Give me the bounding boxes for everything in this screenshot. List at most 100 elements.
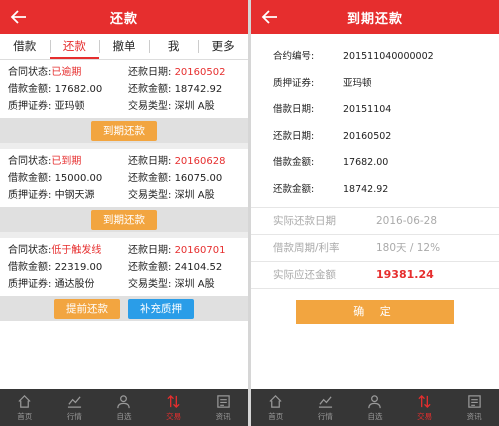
action-bar: 到期还款 <box>0 207 248 232</box>
trade-icon <box>418 394 431 408</box>
nav-watchlist[interactable]: 自选 <box>350 389 400 426</box>
back-arrow-icon[interactable] <box>261 8 279 26</box>
detail-label: 借款金额: <box>273 157 315 168</box>
period-rate-label: 借款周期/利率 <box>273 242 340 254</box>
nav-watchlist[interactable]: 自选 <box>99 389 149 426</box>
back-arrow-icon[interactable] <box>10 8 28 26</box>
detail-label: 质押证券: <box>273 77 315 89</box>
detail-label: 还款金额: <box>273 183 315 195</box>
action-bar: 到期还款 <box>0 118 248 143</box>
chart-icon <box>318 395 332 408</box>
security-label: 质押证券: <box>8 101 52 112</box>
detail-row: 借款日期: 20151104 <box>273 97 499 124</box>
actual-date-label: 实际还款日期 <box>273 215 336 227</box>
header: 还款 <box>0 0 248 34</box>
security-value: 通达股份 <box>54 279 95 290</box>
detail-value: 亚玛顿 <box>343 77 372 89</box>
market-value: 深圳 A股 <box>174 101 215 112</box>
repay-amount-label: 还款金额: <box>128 262 172 273</box>
actual-date-value: 2016-06-28 <box>376 215 438 227</box>
nav-label: 行情 <box>317 411 333 421</box>
detail-label: 还款日期: <box>273 130 315 142</box>
status-label: 合同状态: <box>8 245 52 256</box>
status-value: 已到期 <box>51 156 82 167</box>
repay-amount-label: 还款金额: <box>128 84 172 95</box>
market-value: 深圳 A股 <box>174 190 215 201</box>
detail-label: 合约编号: <box>273 51 315 62</box>
repay-date-label: 还款日期: <box>128 245 172 256</box>
tab-borrow[interactable]: 借款 <box>0 34 50 59</box>
nav-home[interactable]: 首页 <box>251 389 301 426</box>
nav-home[interactable]: 首页 <box>0 389 50 426</box>
trade-icon <box>167 394 180 408</box>
nav-label: 资讯 <box>466 411 482 421</box>
nav-news[interactable]: 资讯 <box>449 389 499 426</box>
loan-amount-label: 借款金额: <box>8 84 52 95</box>
market-label: 交易类型: <box>128 190 172 201</box>
maturity-repay-button[interactable]: 到期还款 <box>91 209 157 230</box>
nav-label: 交易 <box>166 411 182 421</box>
contract-card: 合同状态:低于触发线 还款日期: 20160701 借款金额: 22319.00… <box>0 238 248 321</box>
nav-label: 交易 <box>417 411 433 421</box>
detail-value: 20151104 <box>343 104 392 115</box>
detail-row: 还款日期: 20160502 <box>273 124 499 151</box>
user-icon <box>368 394 382 408</box>
news-icon <box>216 394 230 408</box>
security-value: 中钢天源 <box>54 190 95 201</box>
detail-value: 17682.00 <box>343 157 389 168</box>
detail-value: 18742.92 <box>343 183 389 195</box>
add-collateral-button[interactable]: 补充质押 <box>128 298 194 319</box>
nav-label: 自选 <box>116 411 132 421</box>
nav-market[interactable]: 行情 <box>50 389 100 426</box>
repay-date-value: 20160628 <box>174 156 226 167</box>
repay-amount-label: 还款金额: <box>128 173 172 184</box>
repay-amount-value: 24104.52 <box>174 262 223 273</box>
tab-more[interactable]: 更多 <box>198 34 248 59</box>
nav-label: 资讯 <box>215 411 231 421</box>
actual-date-row: 实际还款日期 2016-06-28 <box>251 208 499 234</box>
nav-news[interactable]: 资讯 <box>198 389 248 426</box>
market-label: 交易类型: <box>128 101 172 112</box>
actual-amount-value: 19381.24 <box>376 268 434 281</box>
maturity-repay-button[interactable]: 到期还款 <box>91 120 157 141</box>
contract-card: 合同状态:已到期 还款日期: 20160628 借款金额: 15000.00 还… <box>0 149 248 232</box>
actual-amount-label: 实际应还金额 <box>273 269 336 281</box>
detail-label: 借款日期: <box>273 104 315 115</box>
loan-amount-label: 借款金额: <box>8 173 52 184</box>
page-title: 到期还款 <box>346 11 403 27</box>
detail-row: 还款金额: 18742.92 <box>273 177 499 204</box>
repay-date-label: 还款日期: <box>128 67 172 78</box>
loan-amount-label: 借款金额: <box>8 262 52 273</box>
security-label: 质押证券: <box>8 190 52 201</box>
nav-market[interactable]: 行情 <box>301 389 351 426</box>
user-icon <box>117 394 131 408</box>
repay-date-value: 20160701 <box>174 245 226 256</box>
security-label: 质押证券: <box>8 279 52 290</box>
period-rate-value: 180天 / 12% <box>376 242 441 254</box>
confirm-button[interactable]: 确 定 <box>296 300 454 324</box>
tab-bar: 借款 还款 撤单 我 更多 <box>0 34 248 60</box>
app-screens: 还款 借款 还款 撤单 我 更多 合同状态:已逾期 还款日期: 20160502… <box>0 0 499 426</box>
page-title: 还款 <box>109 11 138 27</box>
nav-label: 自选 <box>367 411 383 421</box>
loan-amount-value: 17682.00 <box>54 84 103 95</box>
tab-me[interactable]: 我 <box>148 34 199 59</box>
market-value: 深圳 A股 <box>174 279 215 290</box>
early-repay-button[interactable]: 提前还款 <box>54 298 120 319</box>
repay-date-label: 还款日期: <box>128 156 172 167</box>
repay-amount-value: 16075.00 <box>174 173 223 184</box>
security-value: 亚玛顿 <box>54 101 85 112</box>
chart-icon <box>67 395 81 408</box>
tab-cancel[interactable]: 撤单 <box>99 34 149 59</box>
home-icon <box>18 394 31 408</box>
detail-row: 借款金额: 17682.00 <box>273 150 499 177</box>
actual-amount-row: 实际应还金额 19381.24 <box>251 262 499 288</box>
tab-repay[interactable]: 还款 <box>49 34 100 59</box>
loan-amount-value: 22319.00 <box>54 262 103 273</box>
repay-amount-value: 18742.92 <box>174 84 223 95</box>
nav-trade[interactable]: 交易 <box>400 389 450 426</box>
nav-trade[interactable]: 交易 <box>149 389 199 426</box>
action-bar: 提前还款 补充质押 <box>0 296 248 321</box>
market-label: 交易类型: <box>128 279 172 290</box>
nav-label: 首页 <box>17 411 33 421</box>
